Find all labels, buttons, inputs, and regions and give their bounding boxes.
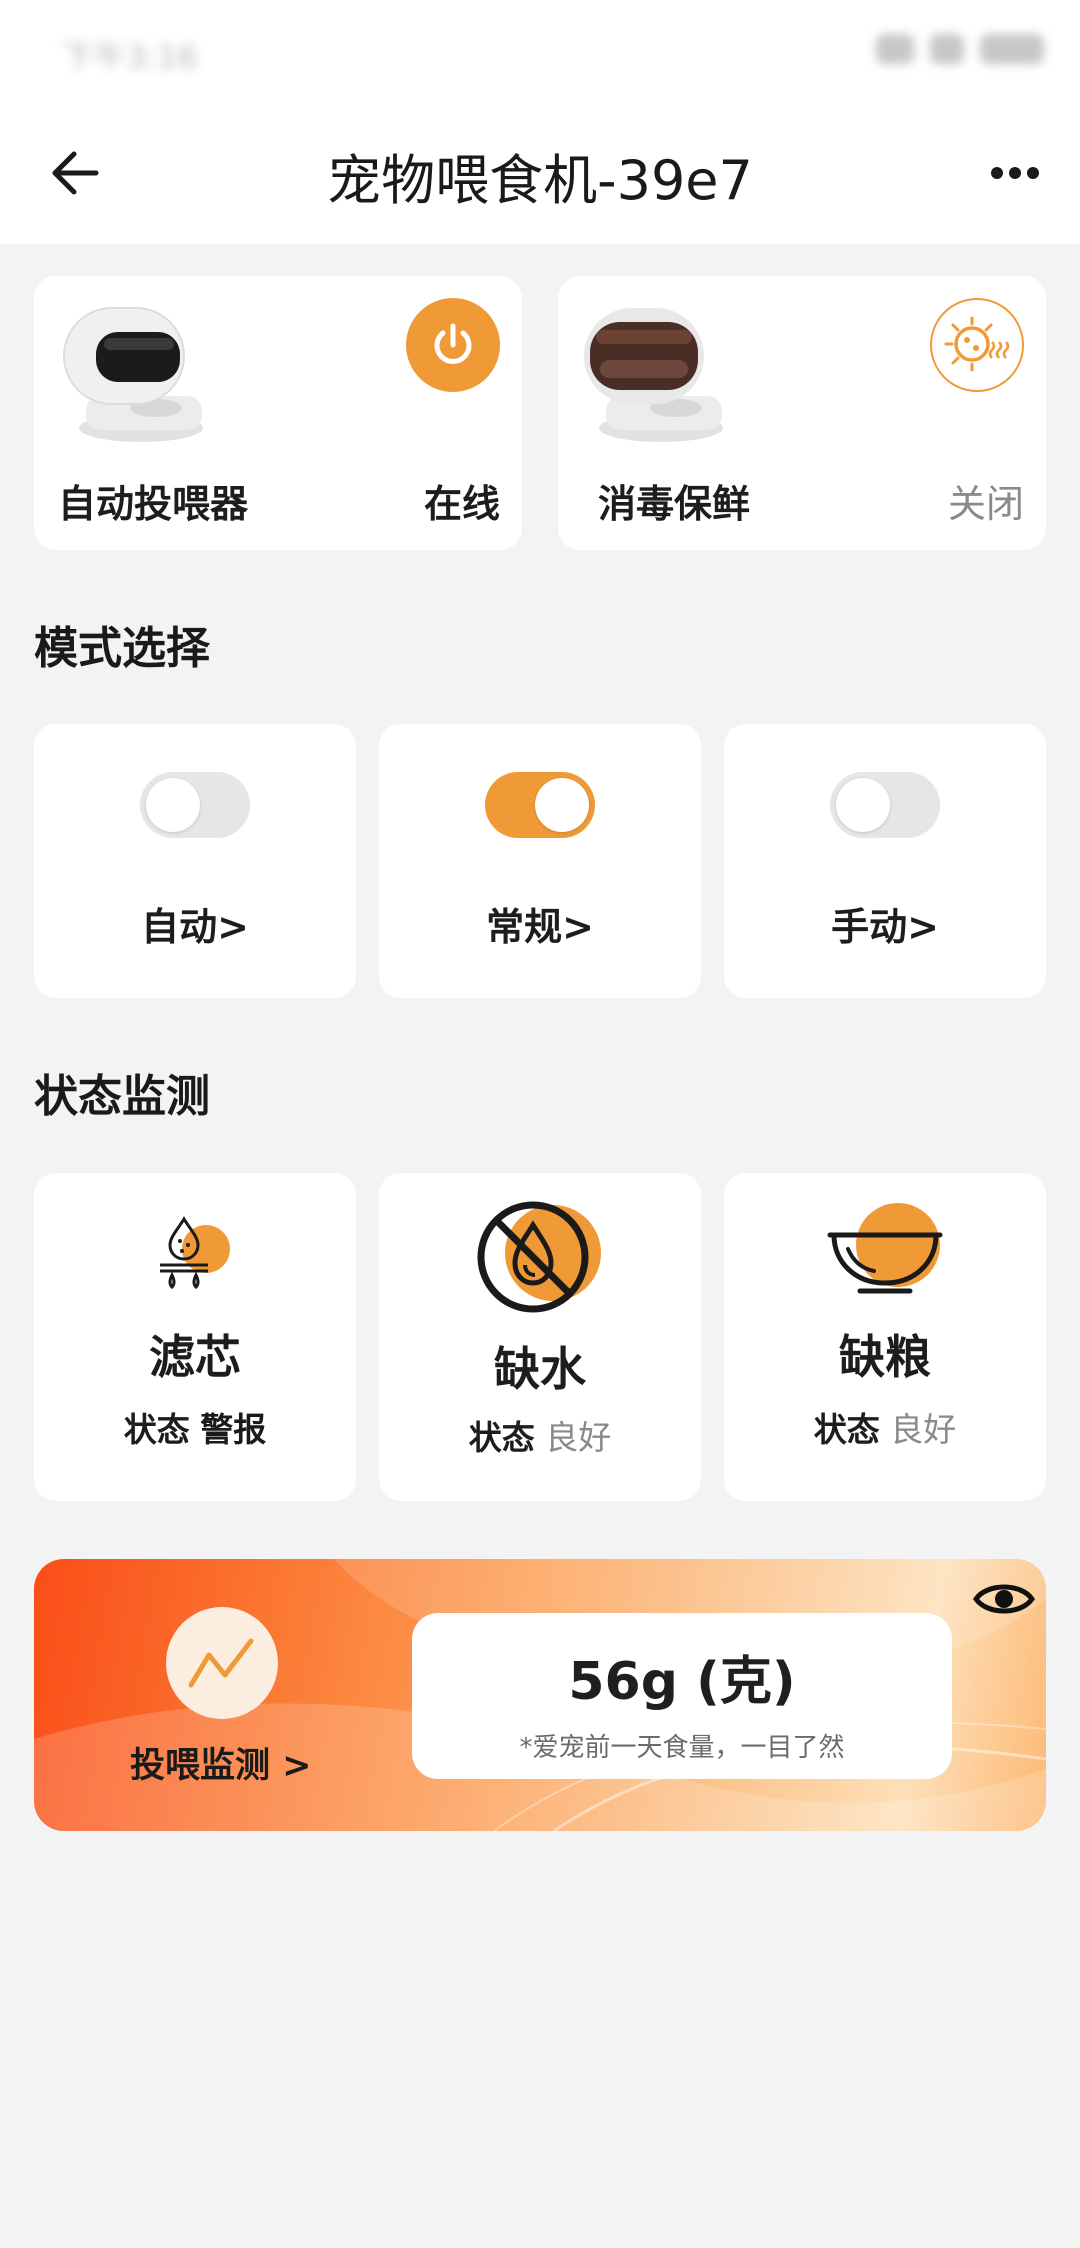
status-name: 滤芯 (149, 1330, 241, 1384)
feed-note: *爱宠前一天食量，一目了然 (519, 1733, 845, 1763)
status-value: 警报 (200, 1410, 267, 1449)
sterilize-button[interactable] (930, 298, 1024, 392)
status-key: 状态 (468, 1418, 535, 1457)
signal-icon (876, 34, 914, 64)
status-value: 良好 (890, 1410, 957, 1449)
status-name: 缺粮 (839, 1330, 931, 1384)
status-line: 状态 良好 (724, 1403, 1046, 1451)
line-chart-icon (188, 1638, 254, 1688)
device-status: 在线 (423, 482, 500, 526)
germ-icon (944, 316, 1010, 372)
regular-mode-toggle[interactable] (485, 772, 595, 838)
status-line: 状态 良好 (379, 1411, 701, 1459)
visibility-button[interactable] (970, 1573, 1038, 1625)
top-bar: 宠物喂食机-39e7 (0, 100, 1080, 244)
device-card-feeder[interactable]: 自动投喂器 在线 (34, 276, 522, 550)
status-name: 缺水 (494, 1342, 586, 1396)
device-card-sterilize[interactable]: 消毒保鲜 关闭 (558, 276, 1046, 550)
sterilizer-device-image (576, 300, 726, 450)
status-card-filter[interactable]: 滤芯 状态 警报 (34, 1173, 356, 1501)
battery-icon (980, 34, 1044, 64)
feeding-monitor-banner[interactable]: 投喂监测 > 56g (克) *爱宠前一天食量，一目了然 (34, 1559, 1046, 1831)
feed-chart-button[interactable] (166, 1607, 278, 1719)
status-line: 状态 警报 (34, 1403, 356, 1451)
wifi-icon (930, 34, 964, 64)
status-key: 状态 (123, 1410, 190, 1449)
food-bowl-icon (827, 1203, 943, 1294)
more-button[interactable] (980, 138, 1050, 208)
page-title: 宠物喂食机-39e7 (327, 149, 753, 212)
status-key: 状态 (813, 1410, 880, 1449)
eye-icon (973, 1584, 1035, 1614)
mode-card-auto[interactable]: 自动> (34, 724, 356, 998)
status-value: 良好 (545, 1418, 612, 1457)
manual-mode-toggle[interactable] (830, 772, 940, 838)
status-icons (876, 34, 1044, 64)
status-time: 下午3:16 (62, 38, 198, 76)
auto-mode-toggle[interactable] (140, 772, 250, 838)
status-bar: 下午3:16 (0, 0, 1080, 100)
feed-amount: 56g (克) (568, 1652, 796, 1712)
power-icon (434, 323, 472, 364)
status-card-food[interactable]: 缺粮 状态 良好 (724, 1173, 1046, 1501)
more-dots-icon (991, 167, 1039, 179)
device-name: 自动投喂器 (58, 482, 249, 526)
mode-label: 自动> (141, 905, 249, 949)
status-section-title: 状态监测 (34, 1071, 210, 1122)
no-water-icon (477, 1201, 601, 1313)
mode-card-regular[interactable]: 常规> (379, 724, 701, 998)
mode-label: 常规> (486, 905, 594, 949)
mode-card-manual[interactable]: 手动> (724, 724, 1046, 998)
feeder-device-image (56, 300, 206, 450)
mode-label: 手动> (831, 905, 939, 949)
power-button[interactable] (406, 298, 500, 392)
status-card-water[interactable]: 缺水 状态 良好 (379, 1173, 701, 1501)
feed-amount-box: 56g (克) *爱宠前一天食量，一目了然 (412, 1613, 952, 1779)
filter-icon (160, 1216, 230, 1290)
mode-section-title: 模式选择 (34, 623, 210, 674)
device-status: 关闭 (947, 482, 1024, 526)
device-name: 消毒保鲜 (598, 482, 751, 526)
feeding-monitor-link[interactable]: 投喂监测 > (130, 1737, 312, 1788)
